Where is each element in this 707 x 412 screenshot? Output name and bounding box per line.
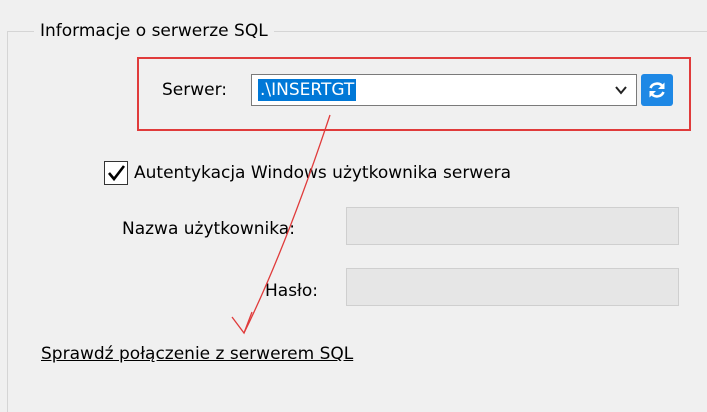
annotation-arrow: [231, 114, 331, 335]
